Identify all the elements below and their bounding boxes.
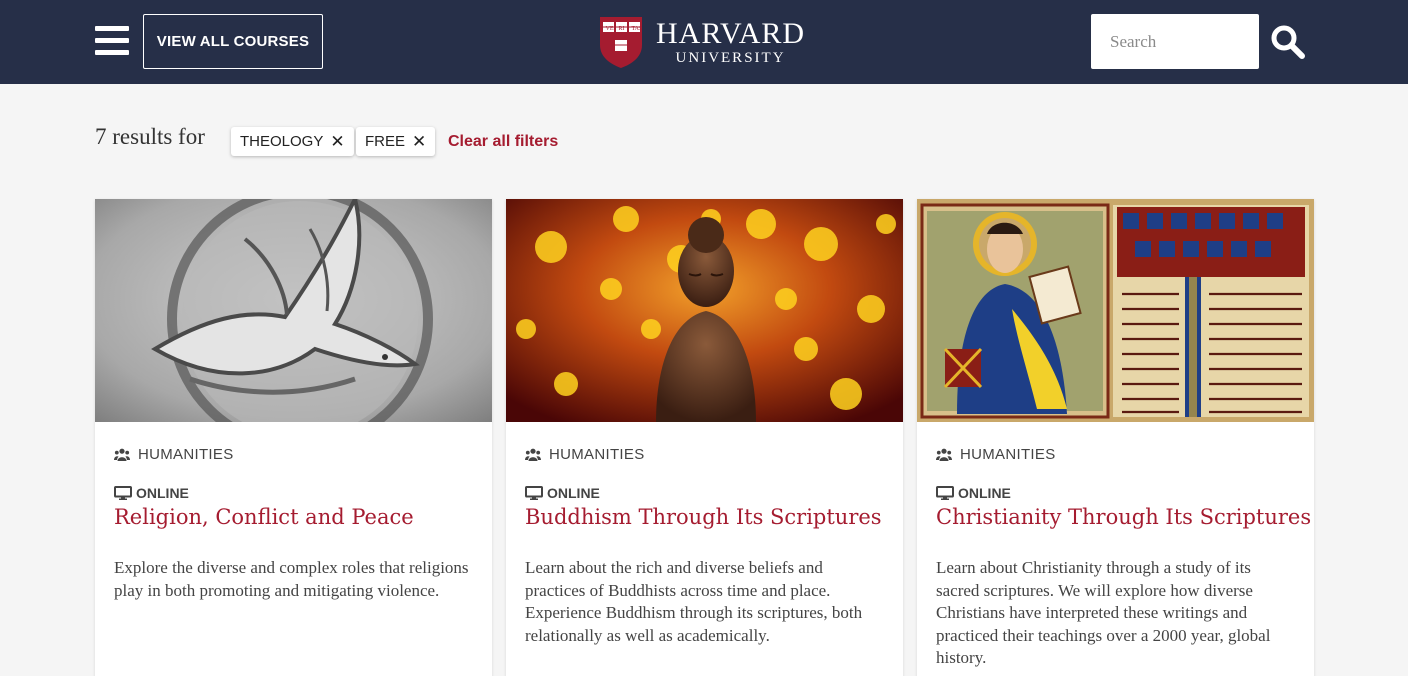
- monitor-icon: [114, 486, 132, 500]
- site-header: VIEW ALL COURSES VE RI TAS HARVARD UNIVE…: [0, 0, 1408, 84]
- close-icon[interactable]: ✕: [412, 133, 426, 150]
- search-icon[interactable]: [1270, 24, 1306, 60]
- svg-text:VE: VE: [606, 26, 614, 32]
- filter-chip-free[interactable]: FREE ✕: [356, 127, 436, 156]
- format-label: ONLINE: [958, 485, 1011, 501]
- course-card[interactable]: HUMANITIES ONLINE Buddhism Through Its S…: [506, 199, 903, 676]
- users-icon: [114, 448, 130, 461]
- search-input[interactable]: [1091, 14, 1259, 69]
- format-label: ONLINE: [136, 485, 189, 501]
- monitor-icon: [525, 486, 543, 500]
- logo-subtitle: UNIVERSITY: [675, 49, 786, 66]
- users-icon: [525, 448, 541, 461]
- subject-label: HUMANITIES: [138, 446, 234, 463]
- course-card[interactable]: HUMANITIES ONLINE Christianity Through I…: [917, 199, 1314, 676]
- svg-text:RI: RI: [619, 26, 625, 32]
- course-image-buddha[interactable]: [506, 199, 903, 422]
- course-image-manuscript[interactable]: [917, 199, 1314, 422]
- monitor-icon: [936, 486, 954, 500]
- logo-wordmark: HARVARD: [656, 16, 806, 50]
- hamburger-menu-icon[interactable]: [95, 26, 129, 56]
- subject-label: HUMANITIES: [960, 446, 1056, 463]
- format-label: ONLINE: [547, 485, 600, 501]
- course-format: ONLINE: [114, 485, 189, 501]
- course-title[interactable]: Christianity Through Its Scriptures: [936, 505, 1311, 529]
- filter-chip-label: FREE: [365, 133, 406, 150]
- course-image-dove[interactable]: [95, 199, 492, 422]
- users-icon: [936, 448, 952, 461]
- view-all-courses-button[interactable]: VIEW ALL COURSES: [143, 14, 323, 69]
- course-subject: HUMANITIES: [114, 446, 234, 463]
- course-description: Learn about Christianity through a study…: [936, 558, 1271, 667]
- svg-text:TAS: TAS: [632, 26, 643, 32]
- harvard-logo[interactable]: VE RI TAS HARVARD UNIVERSITY: [598, 14, 818, 70]
- course-subject: HUMANITIES: [525, 446, 645, 463]
- course-title[interactable]: Religion, Conflict and Peace: [114, 505, 484, 529]
- course-format: ONLINE: [936, 485, 1011, 501]
- results-count: 7 results for: [95, 124, 205, 149]
- clear-all-filters-link[interactable]: Clear all filters: [448, 133, 558, 151]
- course-card[interactable]: HUMANITIES ONLINE Religion, Conflict and…: [95, 199, 492, 676]
- course-format: ONLINE: [525, 485, 600, 501]
- close-icon[interactable]: ✕: [330, 133, 344, 150]
- subject-label: HUMANITIES: [549, 446, 645, 463]
- course-description: Learn about the rich and diverse beliefs…: [525, 558, 863, 645]
- harvard-shield-icon: VE RI TAS: [600, 17, 643, 68]
- course-title[interactable]: Buddhism Through Its Scriptures: [525, 505, 895, 529]
- course-subject: HUMANITIES: [936, 446, 1056, 463]
- filter-chip-label: THEOLOGY: [240, 133, 324, 150]
- course-description: Explore the diverse and complex roles th…: [114, 558, 469, 600]
- filter-chip-theology[interactable]: THEOLOGY ✕: [231, 127, 354, 156]
